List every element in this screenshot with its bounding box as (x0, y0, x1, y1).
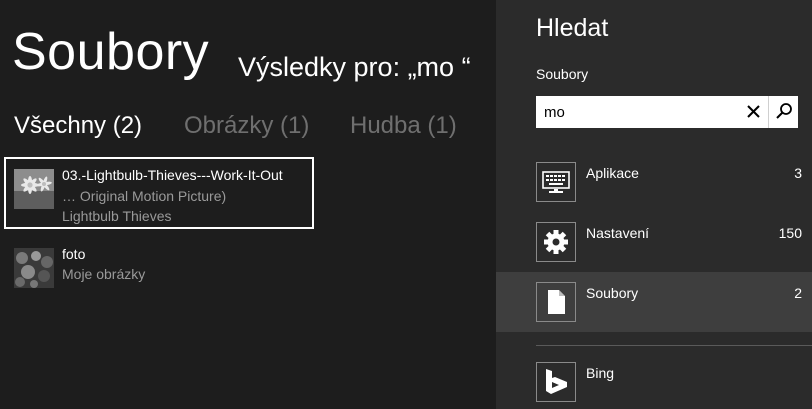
scope-bing[interactable]: Bing (496, 352, 812, 409)
scope-files[interactable]: Soubory 2 (496, 272, 812, 332)
scope-count: 3 (794, 165, 802, 181)
results-for-heading: Výsledky pro: „mo “ (238, 52, 471, 82)
pane-title: Hledat (536, 14, 609, 42)
scope-settings[interactable]: Nastavení 150 (496, 212, 812, 272)
filter-music[interactable]: Hudba (1) (350, 114, 457, 138)
result-title: 03.-Lightbulb-Thieves---Work-It-Out (62, 167, 283, 183)
dark-flowers-photo-icon (14, 248, 54, 288)
search-icon (776, 103, 792, 119)
search-box (536, 96, 798, 128)
search-scope-label: Soubory (536, 66, 589, 82)
scope-count: 2 (794, 285, 802, 301)
result-location: Moje obrázky (62, 266, 146, 282)
close-icon (747, 105, 760, 118)
gear-icon (536, 222, 576, 262)
result-item-song[interactable]: 03.-Lightbulb-Thieves---Work-It-Out … Or… (4, 157, 314, 229)
document-icon (536, 282, 576, 322)
scope-count: 150 (778, 225, 802, 241)
results-area: Soubory Výsledky pro: „mo “ Všechny (2) … (0, 0, 496, 409)
search-input[interactable] (544, 102, 734, 122)
result-title: foto (62, 246, 86, 262)
keyboard-monitor-icon (536, 162, 576, 202)
page-title: Soubory (12, 23, 210, 81)
divider (536, 345, 812, 346)
result-item-photo[interactable]: foto Moje obrázky (6, 244, 314, 296)
scope-label: Aplikace (586, 165, 639, 181)
filter-images[interactable]: Obrázky (1) (184, 114, 309, 138)
search-screen: Soubory Výsledky pro: „mo “ Všechny (2) … (0, 0, 812, 409)
search-button[interactable] (768, 96, 798, 128)
clear-search-button[interactable] (740, 96, 768, 128)
search-pane: Hledat Soubory mo Aplikace 3 Nastavení 1… (496, 0, 812, 409)
result-artist: Lightbulb Thieves (62, 208, 172, 224)
scope-apps[interactable]: Aplikace 3 (496, 152, 812, 212)
result-subtitle: … Original Motion Picture) (62, 188, 227, 204)
scope-label: Nastavení (586, 225, 650, 241)
daisy-photo-icon (14, 169, 54, 209)
scope-label: Bing (586, 365, 615, 381)
bing-icon (536, 362, 576, 402)
filter-all[interactable]: Všechny (2) (14, 114, 142, 138)
scope-label: Soubory (586, 285, 639, 301)
